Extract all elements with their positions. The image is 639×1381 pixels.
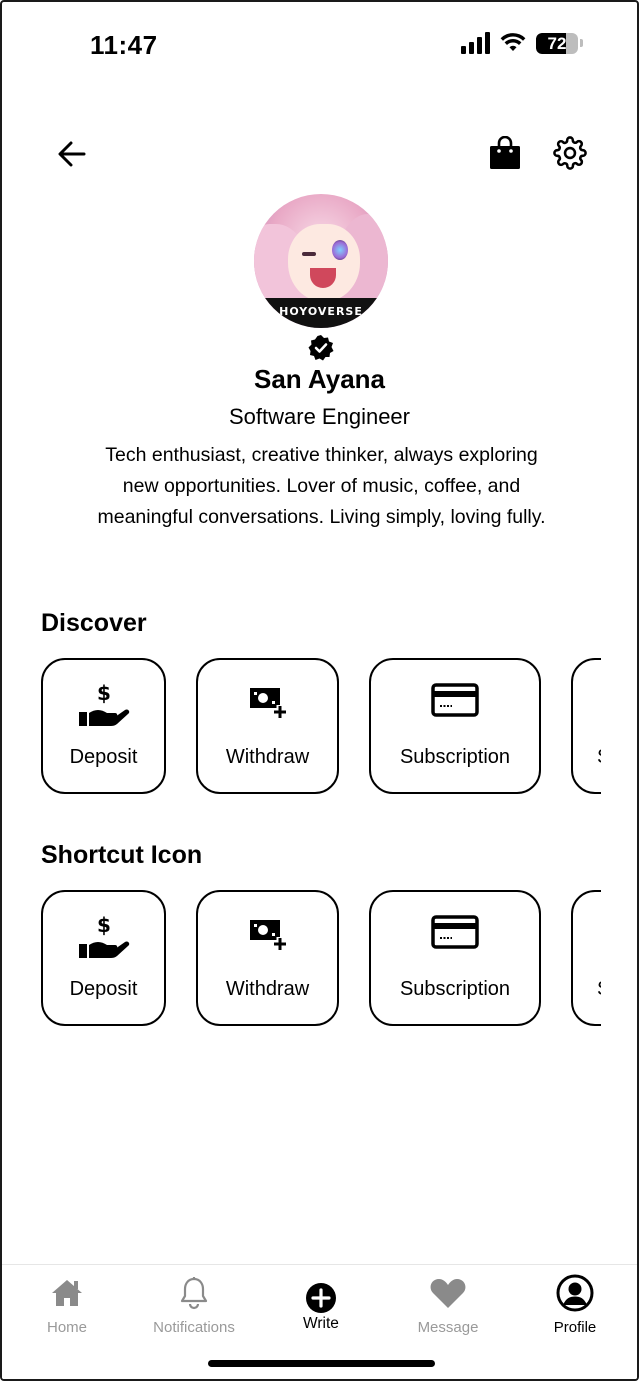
withdraw-label: Withdraw (225, 746, 310, 768)
tab-notifications[interactable]: Notifications (134, 1273, 254, 1336)
tab-home[interactable]: Home (7, 1273, 127, 1336)
partial-card[interactable]: S (571, 658, 601, 794)
partial-card-label: S (597, 978, 601, 1001)
withdraw-label: Withdraw (225, 978, 310, 1000)
profile-bio: Tech enthusiast, creative thinker, alway… (97, 444, 546, 528)
withdraw-card[interactable]: Withdraw (196, 890, 339, 1026)
home-indicator[interactable] (208, 1360, 435, 1367)
tab-write-label: Write (303, 1315, 339, 1332)
hand-dollar-icon: $ (78, 682, 129, 726)
arrow-left-icon (58, 141, 86, 167)
deposit-label: Deposit (69, 978, 138, 1000)
tab-notifications-label: Notifications (153, 1319, 235, 1336)
bell-icon (180, 1277, 208, 1310)
tab-write[interactable]: Write (261, 1273, 381, 1333)
home-icon (52, 1280, 82, 1306)
battery-cap (580, 39, 583, 47)
status-icons: 72 (461, 32, 583, 54)
credit-card-icon (431, 915, 479, 949)
partial-card[interactable]: S (571, 890, 601, 1026)
hand-dollar-icon: $ (78, 914, 129, 958)
wifi-icon (500, 33, 526, 51)
heart-icon (430, 1279, 466, 1308)
tab-profile-label: Profile (553, 1319, 597, 1336)
partial-card-label: S (597, 746, 601, 769)
cash-plus-icon (249, 688, 287, 719)
deposit-card[interactable]: $ Deposit (41, 658, 166, 794)
cellular-signal-icon (461, 32, 490, 54)
battery-level: 72 (547, 33, 567, 53)
discover-title: Discover (41, 609, 147, 637)
user-circle-icon (556, 1274, 594, 1312)
profile-name: San Ayana (253, 364, 385, 394)
shop-button[interactable] (486, 134, 524, 172)
subscription-label: Subscription (399, 746, 511, 768)
shopping-bag-icon (490, 136, 520, 169)
credit-card-icon (431, 683, 479, 717)
phone-screen: 11:47 72 HOYOVERSE San Ayana Software En… (0, 0, 639, 1381)
svg-text:$: $ (97, 914, 111, 937)
svg-text:$: $ (97, 682, 111, 705)
subscription-card[interactable]: Subscription (369, 658, 541, 794)
shortcut-title: Shortcut Icon (41, 841, 203, 869)
back-button[interactable] (52, 134, 92, 174)
tab-message[interactable]: Message (388, 1273, 508, 1336)
plus-circle-icon (306, 1283, 336, 1313)
subscription-card[interactable]: Subscription (369, 890, 541, 1026)
deposit-label: Deposit (69, 746, 138, 768)
avatar-brand-text: HOYOVERSE (279, 305, 363, 318)
settings-button[interactable] (550, 133, 590, 173)
tab-home-label: Home (46, 1319, 87, 1336)
profile-role: Software Engineer (229, 404, 410, 429)
discover-row[interactable]: $ Deposit Withdraw Subscription (41, 658, 601, 798)
shortcut-row[interactable]: $ Deposit Withdraw Subscription (41, 890, 601, 1030)
cash-plus-icon (249, 920, 287, 951)
avatar[interactable]: HOYOVERSE (254, 194, 388, 328)
gear-icon (553, 136, 587, 170)
withdraw-card[interactable]: Withdraw (196, 658, 339, 794)
battery-icon: 72 (536, 32, 578, 54)
status-time: 11:47 (90, 30, 158, 60)
deposit-card[interactable]: $ Deposit (41, 890, 166, 1026)
subscription-label: Subscription (399, 978, 511, 1000)
tab-profile[interactable]: Profile (515, 1273, 635, 1336)
verified-badge-icon (308, 335, 334, 361)
tab-message-label: Message (417, 1319, 479, 1336)
